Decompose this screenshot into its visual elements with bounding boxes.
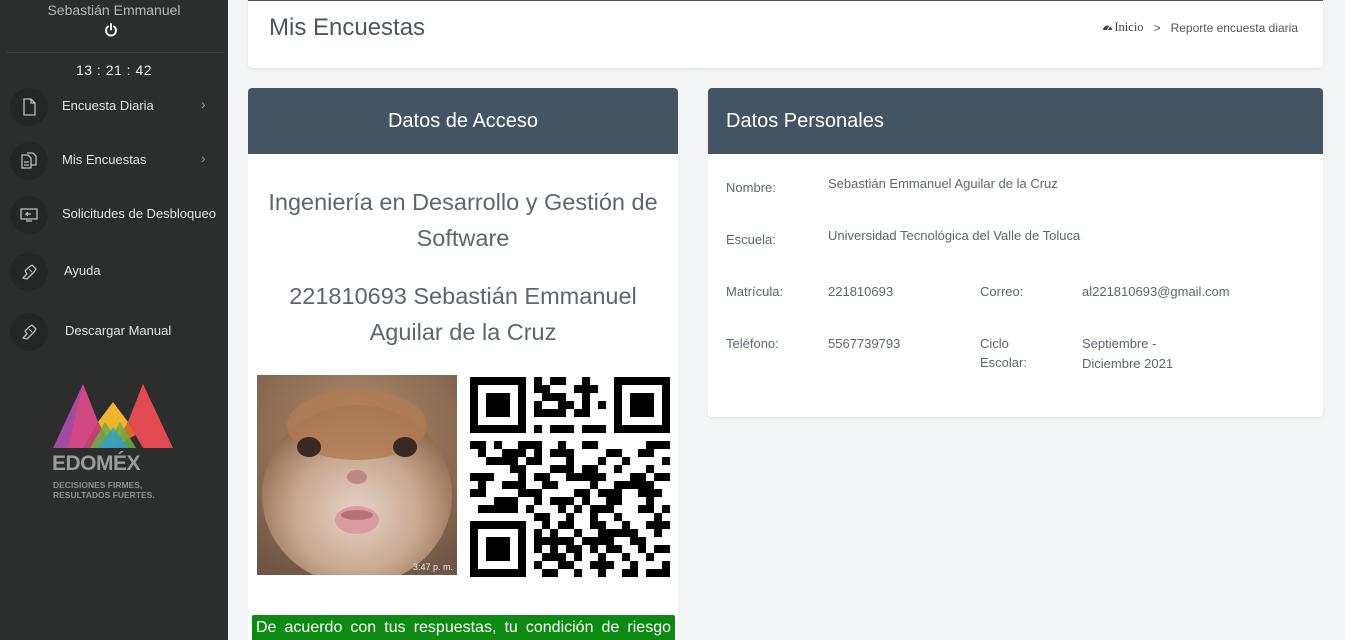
qr-code <box>470 377 670 577</box>
sidebar-item-solicitudes-desbloqueo[interactable]: Solicitudes de Desbloqueo › <box>0 192 228 238</box>
sidebar-item-encuesta-diaria[interactable]: Encuesta Diaria › <box>0 84 228 130</box>
logo-tagline-line2: RESULTADOS FUERTES. <box>53 490 155 500</box>
sidebar-divider <box>6 52 224 53</box>
breadcrumb-current: Reporte encuesta diaria <box>1170 20 1298 35</box>
sidebar-item-label: Encuesta Diaria <box>62 98 154 113</box>
telefono-label: Teléfono: <box>726 336 779 351</box>
sidebar-item-descargar-manual[interactable]: Descargar Manual <box>0 309 228 355</box>
breadcrumb-separator: > <box>1153 20 1161 35</box>
career-name: Ingeniería en Desarrollo y Gestión de So… <box>268 189 658 251</box>
page-title: Mis Encuestas <box>269 14 426 41</box>
sidebar-item-label: Ayuda <box>64 263 101 278</box>
access-card: Datos de Acceso Ingeniería en Desarrollo… <box>248 88 678 640</box>
nombre-label: Nombre: <box>726 180 776 195</box>
user-name: Sebastián Emmanuel <box>47 2 181 18</box>
documents-icon <box>10 142 48 180</box>
ciclo-value: Septiembre - Diciembre 2021 <box>1082 334 1173 374</box>
ciclo-value-line2: Diciembre 2021 <box>1082 356 1174 371</box>
sidebar-item-label: Mis Encuestas <box>62 152 147 167</box>
breadcrumb-home-link[interactable]: Inicio <box>1114 20 1143 35</box>
chevron-right-icon: › <box>201 96 206 112</box>
dashboard-icon <box>1103 25 1113 31</box>
ciclo-label-line2: Escolar: <box>980 355 1027 370</box>
edomex-logo <box>53 384 173 448</box>
access-card-title: Datos de Acceso <box>248 88 678 154</box>
sidebar-item-label: Solicitudes de Desbloqueo <box>62 206 216 221</box>
student-id-name: 221810693 Sebastián Emmanuel Aguilar de … <box>289 283 637 345</box>
clock: 13 : 21 : 42 <box>75 62 153 78</box>
correo-value: al221810693@gmail.com <box>1082 284 1230 299</box>
hand-help-icon <box>10 253 48 291</box>
hand-help-icon <box>10 313 48 351</box>
logo-tagline-line1: DECISIONES FIRMES, <box>53 480 143 490</box>
logo-name: EDOMÉX <box>52 452 141 475</box>
header-card: Mis Encuestas Inicio > Reporte encuesta … <box>248 0 1323 68</box>
chevron-right-icon: › <box>201 150 206 166</box>
nombre-value: Sebastián Emmanuel Aguilar de la Cruz <box>828 176 1058 191</box>
power-icon[interactable] <box>104 23 118 37</box>
photo-timestamp: 3:47 p. m. <box>412 562 453 572</box>
escuela-label: Escuela: <box>726 232 776 247</box>
matricula-value: 221810693 <box>828 284 894 299</box>
risk-status-banner: De acuerdo con tus respuestas, tu condic… <box>252 615 675 640</box>
escuela-value: Universidad Tecnológica del Valle de Tol… <box>828 228 1081 243</box>
ciclo-label: Ciclo Escolar: <box>980 334 1027 372</box>
breadcrumb: Inicio > Reporte encuesta diaria <box>1102 20 1298 35</box>
chevron-right-icon: › <box>202 210 205 219</box>
sidebar-item-ayuda[interactable]: Ayuda <box>0 249 228 295</box>
logo-tagline: DECISIONES FIRMES, RESULTADOS FUERTES. <box>53 480 155 500</box>
personal-card-title: Datos Personales <box>708 88 1323 154</box>
personal-data-card: Datos Personales Nombre: Sebastián Emman… <box>708 88 1323 417</box>
ciclo-label-line1: Ciclo <box>980 336 1009 351</box>
correo-label: Correo: <box>980 284 1024 299</box>
student-photo: 3:47 p. m. <box>257 375 457 575</box>
monitor-return-icon <box>10 196 48 234</box>
ciclo-value-line1: Septiembre - <box>1082 336 1157 351</box>
document-icon <box>10 88 48 126</box>
sidebar: Sebastián Emmanuel 13 : 21 : 42 Encuesta… <box>0 0 228 640</box>
telefono-value: 5567739793 <box>828 336 901 351</box>
sidebar-item-label: Descargar Manual <box>65 323 172 338</box>
matricula-label: Matrícula: <box>726 284 784 299</box>
sidebar-item-mis-encuestas[interactable]: Mis Encuestas › <box>0 138 228 184</box>
hamster-photo <box>257 375 457 575</box>
